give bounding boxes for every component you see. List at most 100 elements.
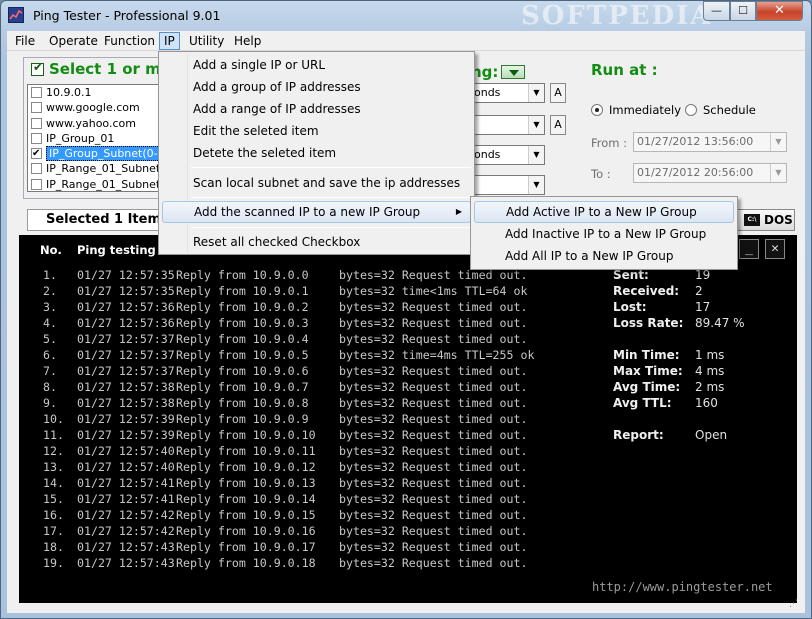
minimize-button[interactable]: —	[703, 1, 730, 21]
menu-add-ip-range[interactable]: Add a range of IP addresses	[162, 98, 471, 120]
stat-label: Max Time:	[613, 364, 683, 378]
table-row: 18. 01/27 12:57:43 Reply from 10.9.0.17 byt…	[19, 540, 619, 556]
report-open-link[interactable]: Open	[695, 428, 727, 442]
list-item[interactable]: IP_Range_01_Subnet_	[28, 161, 164, 176]
stat-value: 2	[695, 284, 703, 298]
ping-output-console[interactable]: No. Ping testing wit _ ✕ 1. 01/27 12:57:3…	[19, 235, 797, 603]
chevron-down-icon[interactable]: ▼	[528, 116, 544, 134]
ip-list[interactable]: 10.9.0.1 www.google.com www.yahoo.com IP…	[27, 84, 165, 192]
menu-edit-item[interactable]: Edit the seleted item	[162, 120, 471, 142]
menu-add-ip-group[interactable]: Add a group of IP addresses	[162, 76, 471, 98]
chevron-down-icon[interactable]: ▼	[770, 164, 786, 182]
row-number: 3.	[43, 300, 57, 314]
chevron-down-icon[interactable]: ▼	[528, 146, 544, 164]
submenu-add-all[interactable]: Add All IP to a New IP Group	[474, 245, 734, 267]
row-number: 11.	[43, 428, 64, 442]
menu-operate[interactable]: Operate	[45, 32, 102, 50]
to-datetime-picker[interactable]: 01/27/2012 20:56:00 ▼	[633, 163, 787, 183]
website-link[interactable]: http://www.pingtester.net	[592, 580, 773, 594]
row-time: 01/27 12:57:36	[77, 300, 175, 314]
row-reply: Reply from 10.9.0.17	[176, 540, 316, 554]
row-reply: Reply from 10.9.0.12	[176, 460, 316, 474]
chevron-down-icon[interactable]: ▼	[528, 176, 544, 194]
stat-label: Lost:	[613, 300, 647, 314]
list-item-selected[interactable]: IP_Group_Subnet(0-255	[28, 146, 164, 162]
select-all-checkbox[interactable]	[31, 60, 44, 76]
row-time: 01/27 12:57:39	[77, 428, 175, 442]
maximize-button[interactable]: ☐	[730, 1, 756, 21]
watermark: SOFTPEDIA	[521, 1, 713, 31]
submenu-add-active[interactable]: Add Active IP to a New IP Group	[474, 201, 734, 223]
row-reply: Reply from 10.9.0.4	[176, 332, 309, 346]
stat-value: 160	[695, 396, 718, 410]
table-row: 8. 01/27 12:57:38 Reply from 10.9.0.7 bytes…	[19, 380, 619, 396]
row-reply: Reply from 10.9.0.1	[176, 284, 309, 298]
list-item[interactable]: www.google.com	[28, 100, 164, 115]
advanced-button[interactable]: A	[550, 83, 566, 103]
table-row: 9. 01/27 12:57:38 Reply from 10.9.0.8 bytes…	[19, 396, 619, 412]
close-button[interactable]: ✕	[756, 1, 803, 21]
menu-help[interactable]: Help	[230, 32, 265, 50]
row-result: bytes=32 Request timed out.	[339, 396, 528, 410]
menu-scan-subnet[interactable]: Scan local subnet and save the ip addres…	[162, 172, 471, 194]
item-checkbox-checked[interactable]	[31, 146, 42, 161]
item-checkbox[interactable]	[31, 178, 42, 190]
row-time: 01/27 12:57:41	[77, 476, 175, 490]
advanced-button-2[interactable]: A	[550, 115, 566, 135]
menu-function[interactable]: Function	[100, 32, 159, 50]
row-time: 01/27 12:57:43	[77, 540, 175, 554]
dos-button[interactable]: C:\ DOS	[737, 209, 795, 231]
schedule-radio[interactable]	[685, 104, 697, 116]
menu-reset-checkboxes[interactable]: Reset all checked Checkbox	[162, 231, 471, 253]
count-combo[interactable]: ▼	[471, 175, 545, 195]
list-item[interactable]: 10.9.0.1	[28, 85, 164, 100]
chevron-down-icon[interactable]: ▼	[770, 133, 786, 151]
list-item[interactable]: www.yahoo.com	[28, 116, 164, 131]
row-result: bytes=32 time=4ms TTL=255 ok	[339, 348, 535, 362]
from-datetime-picker[interactable]: 01/27/2012 13:56:00 ▼	[633, 132, 787, 152]
list-item[interactable]: IP_Range_01_Subnet_	[28, 177, 164, 191]
row-result: bytes=32 Request timed out.	[339, 300, 528, 314]
item-checkbox[interactable]	[31, 163, 42, 175]
menu-utility[interactable]: Utility	[185, 32, 228, 50]
row-number: 5.	[43, 332, 57, 346]
item-checkbox[interactable]	[31, 132, 42, 144]
stat-label: Sent:	[613, 268, 649, 282]
immediately-radio[interactable]	[591, 104, 603, 116]
table-row: 11. 01/27 12:57:39 Reply from 10.9.0.10 byt…	[19, 428, 619, 444]
delay-combo[interactable]: onds ▼	[471, 145, 545, 165]
stat-label: Avg TTL:	[613, 396, 672, 410]
item-checkbox[interactable]	[31, 102, 42, 114]
interval-combo[interactable]: onds ▼	[471, 83, 545, 103]
item-checkbox[interactable]	[31, 87, 42, 98]
menu-add-single-ip[interactable]: Add a single IP or URL	[162, 54, 471, 76]
item-label: IP_Range_01_Subnet_	[46, 162, 165, 176]
timeout-combo[interactable]: ▼	[471, 115, 545, 135]
row-time: 01/27 12:57:37	[77, 364, 175, 378]
menu-ip[interactable]: IP	[159, 32, 180, 50]
row-number: 15.	[43, 492, 64, 506]
row-time: 01/27 12:57:38	[77, 396, 175, 410]
resize-grip-icon[interactable]: ⋰	[789, 599, 801, 611]
row-reply: Reply from 10.9.0.8	[176, 396, 309, 410]
menu-add-scanned-to-group[interactable]: Add the scanned IP to a new IP Group ▶	[162, 201, 471, 223]
row-result: bytes=32 Request timed out.	[339, 492, 528, 506]
table-row: 6. 01/27 12:57:37 Reply from 10.9.0.5 bytes…	[19, 348, 619, 364]
title-bar[interactable]: Ping Tester - Professional 9.01 SOFTPEDI…	[1, 1, 811, 31]
select-all-label: Select 1 or mo	[49, 60, 172, 78]
submenu-add-inactive[interactable]: Add Inactive IP to a New IP Group	[474, 223, 734, 245]
item-checkbox[interactable]	[31, 117, 42, 129]
ping-settings-dropdown-icon[interactable]	[501, 65, 525, 79]
chevron-down-icon[interactable]: ▼	[528, 84, 544, 102]
menu-delete-item[interactable]: Detete the seleted item	[162, 142, 471, 164]
table-row: 2. 01/27 12:57:35 Reply from 10.9.0.1 bytes…	[19, 284, 619, 300]
row-number: 8.	[43, 380, 57, 394]
row-reply: Reply from 10.9.0.15	[176, 508, 316, 522]
list-item[interactable]: IP_Group_01	[28, 131, 164, 146]
console-close-button[interactable]: ✕	[765, 239, 785, 259]
table-row: 12. 01/27 12:57:40 Reply from 10.9.0.11 byt…	[19, 444, 619, 460]
row-number: 14.	[43, 476, 64, 490]
console-minimize-button[interactable]: _	[739, 239, 759, 259]
item-label: www.yahoo.com	[46, 116, 136, 130]
menu-file[interactable]: File	[11, 32, 39, 50]
